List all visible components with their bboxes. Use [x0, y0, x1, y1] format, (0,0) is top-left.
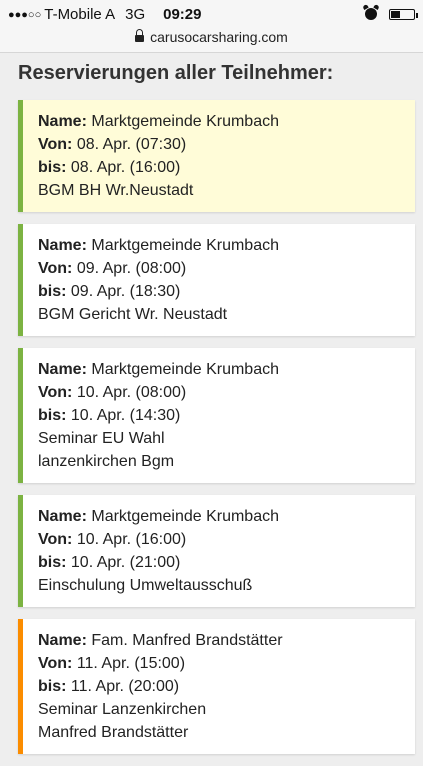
to-label: bis: — [38, 407, 67, 424]
to-line: bis: 11. Apr. (20:00) — [38, 675, 403, 698]
from-line: Von: 10. Apr. (16:00) — [38, 528, 403, 551]
to-label: bis: — [38, 678, 67, 695]
note-line-2: Manfred Brandstätter — [38, 724, 189, 741]
name-value: Fam. Manfred Brandstätter — [91, 632, 283, 649]
status-bar: ●●●○○ T-Mobile A 3G 09:29 carusocarshari… — [0, 0, 423, 53]
address-bar[interactable]: carusocarsharing.com — [0, 29, 423, 45]
from-value: 08. Apr. (07:30) — [76, 136, 187, 153]
note-line-2: lanzenkirchen Bgm — [38, 453, 175, 470]
from-value: 10. Apr. (08:00) — [76, 384, 187, 401]
from-label: Von: — [38, 531, 73, 548]
battery-icon — [389, 8, 418, 20]
reservation-card[interactable]: Name: Marktgemeinde Krumbach Von: 09. Ap… — [18, 224, 415, 336]
from-value: 10. Apr. (16:00) — [76, 531, 187, 548]
to-value: 10. Apr. (21:00) — [70, 554, 181, 571]
from-label: Von: — [38, 384, 73, 401]
signal-strength-icon: ●●●○○ — [8, 8, 42, 21]
to-value: 09. Apr. (18:30) — [70, 283, 181, 300]
to-line: bis: 10. Apr. (21:00) — [38, 551, 403, 574]
reservation-card[interactable]: Name: Fam. Manfred Brandstätter Von: 11.… — [18, 619, 415, 754]
from-line: Von: 10. Apr. (08:00) — [38, 381, 403, 404]
name-label: Name: — [38, 113, 87, 130]
name-line: Name: Marktgemeinde Krumbach — [38, 234, 403, 257]
carrier-name: T-Mobile A — [44, 6, 116, 23]
name-value: Marktgemeinde Krumbach — [91, 113, 279, 130]
name-label: Name: — [38, 361, 87, 378]
note-line: Seminar EU Wahl — [38, 430, 165, 447]
from-line: Von: 09. Apr. (08:00) — [38, 257, 403, 280]
status-right — [365, 8, 418, 20]
from-label: Von: — [38, 136, 73, 153]
from-value: 09. Apr. (08:00) — [76, 260, 187, 277]
to-label: bis: — [38, 554, 67, 571]
name-label: Name: — [38, 632, 87, 649]
note-line: BGM BH Wr.Neustadt — [38, 182, 194, 199]
from-label: Von: — [38, 655, 73, 672]
to-line: bis: 09. Apr. (18:30) — [38, 280, 403, 303]
name-label: Name: — [38, 508, 87, 525]
to-line: bis: 08. Apr. (16:00) — [38, 156, 403, 179]
from-line: Von: 08. Apr. (07:30) — [38, 133, 403, 156]
lock-icon — [135, 29, 145, 42]
name-line: Name: Marktgemeinde Krumbach — [38, 110, 403, 133]
alarm-icon — [365, 8, 377, 20]
name-line: Name: Fam. Manfred Brandstätter — [38, 629, 403, 652]
to-label: bis: — [38, 283, 67, 300]
name-value: Marktgemeinde Krumbach — [91, 237, 279, 254]
to-line: bis: 10. Apr. (14:30) — [38, 404, 403, 427]
reservation-list: Name: Marktgemeinde Krumbach Von: 08. Ap… — [18, 100, 415, 766]
reservation-card[interactable]: Name: Marktgemeinde Krumbach Von: 10. Ap… — [18, 495, 415, 607]
reservation-card[interactable]: Name: Marktgemeinde Krumbach Von: 08. Ap… — [18, 100, 415, 212]
from-line: Von: 11. Apr. (15:00) — [38, 652, 403, 675]
name-line: Name: Marktgemeinde Krumbach — [38, 358, 403, 381]
reservation-card[interactable]: Name: Marktgemeinde Krumbach Von: 10. Ap… — [18, 348, 415, 483]
clock-time: 09:29 — [163, 6, 202, 23]
note-line: Einschulung Umweltausschuß — [38, 577, 253, 594]
note-line: Seminar Lanzenkirchen — [38, 701, 207, 718]
from-label: Von: — [38, 260, 73, 277]
to-value: 10. Apr. (14:30) — [70, 407, 181, 424]
to-value: 08. Apr. (16:00) — [70, 159, 181, 176]
name-value: Marktgemeinde Krumbach — [91, 361, 279, 378]
network-type: 3G — [125, 6, 146, 23]
from-value: 11. Apr. (15:00) — [76, 655, 186, 672]
url-text: carusocarsharing.com — [150, 29, 288, 45]
page-title: Reservierungen aller Teilnehmer: — [18, 62, 334, 84]
to-value: 11. Apr. (20:00) — [70, 678, 180, 695]
note-line: BGM Gericht Wr. Neustadt — [38, 306, 228, 323]
name-label: Name: — [38, 237, 87, 254]
to-label: bis: — [38, 159, 67, 176]
name-line: Name: Marktgemeinde Krumbach — [38, 505, 403, 528]
name-value: Marktgemeinde Krumbach — [91, 508, 279, 525]
status-left: ●●●○○ T-Mobile A 3G 09:29 — [8, 6, 202, 23]
